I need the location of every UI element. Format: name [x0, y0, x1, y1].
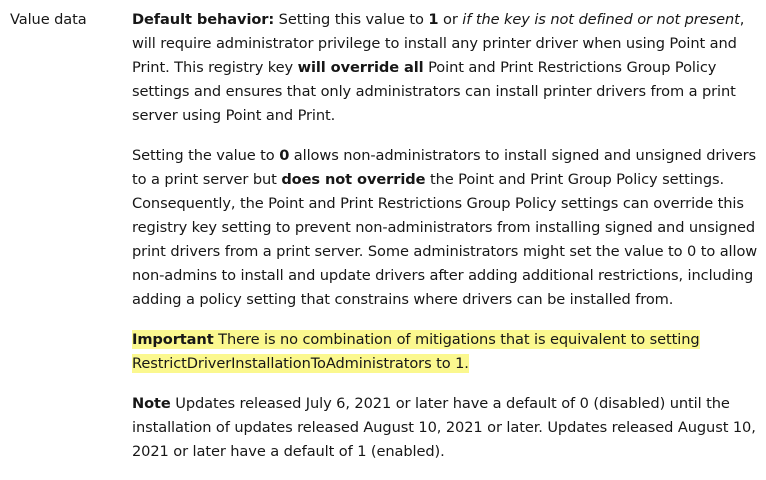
note-callout: Note Updates released July 6, 2021 or la… [132, 392, 762, 464]
value-zero: 0 [279, 147, 290, 164]
no-override-emphasis: does not override [281, 171, 426, 188]
text-run: or [438, 11, 463, 28]
value-description: Default behavior: Setting this value to … [132, 8, 762, 480]
text-run: Setting this value to [274, 11, 429, 28]
text-run: the Point and Print Group Policy setting… [132, 171, 758, 308]
note-text: Updates released July 6, 2021 or later h… [132, 395, 756, 460]
default-behavior-paragraph: Default behavior: Setting this value to … [132, 8, 762, 128]
important-text: There is no combination of mitigations t… [132, 331, 700, 372]
override-emphasis: will override all [297, 59, 424, 76]
value-data-row: Value data Default behavior: Setting thi… [0, 0, 766, 469]
highlighted-text: Important There is no combination of mit… [132, 330, 700, 373]
important-label: Important [132, 331, 214, 348]
important-callout: Important There is no combination of mit… [132, 328, 762, 376]
field-label: Value data [10, 11, 87, 28]
zero-value-paragraph: Setting the value to 0 allows non-admini… [132, 144, 762, 312]
default-behavior-label: Default behavior: [132, 11, 275, 28]
key-condition: if the key is not defined or not present [462, 11, 740, 28]
value-one: 1 [428, 11, 439, 28]
note-label: Note [132, 395, 171, 412]
text-run: Setting the value to [132, 147, 280, 164]
